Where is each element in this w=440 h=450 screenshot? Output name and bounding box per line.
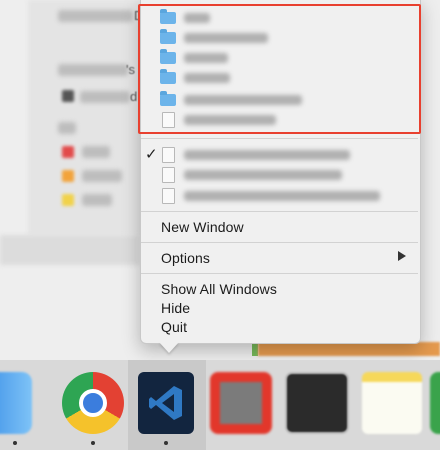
checkmark-icon: ✓ — [145, 146, 158, 163]
window-item-label — [184, 150, 350, 160]
document-icon — [162, 188, 175, 204]
background-text — [80, 91, 130, 103]
menu-separator — [141, 211, 418, 212]
hide-menu-item[interactable]: Hide — [161, 300, 190, 316]
submenu-arrow-icon — [398, 251, 406, 261]
window-item-label — [184, 170, 342, 180]
running-indicator — [164, 441, 168, 445]
document-icon — [162, 167, 175, 183]
running-indicator — [13, 441, 17, 445]
background-text — [82, 170, 122, 182]
menu-separator — [141, 138, 418, 139]
vscode-icon[interactable] — [138, 372, 194, 434]
recent-items-highlight — [138, 4, 421, 134]
background-icon — [62, 90, 74, 102]
show-all-windows-menu-item[interactable]: Show All Windows — [161, 281, 277, 297]
new-window-menu-item[interactable]: New Window — [161, 219, 244, 235]
background-letter: 's — [126, 62, 135, 77]
tag-yellow-icon — [62, 194, 74, 206]
finder-icon[interactable] — [0, 372, 32, 434]
tag-orange-icon — [62, 170, 74, 182]
running-indicator — [91, 441, 95, 445]
background-text — [82, 146, 110, 158]
window-item[interactable] — [160, 186, 400, 206]
window-item[interactable] — [160, 165, 400, 185]
menu-pointer — [159, 342, 179, 353]
background-strip — [258, 342, 440, 356]
document-icon — [162, 147, 175, 163]
window-item-label — [184, 191, 380, 201]
tag-red-icon — [62, 146, 74, 158]
menu-separator — [141, 242, 418, 243]
red-app-icon[interactable] — [210, 372, 272, 434]
quit-menu-item[interactable]: Quit — [161, 319, 187, 335]
background-text — [58, 64, 128, 76]
green-app-icon[interactable] — [430, 372, 440, 434]
terminal-icon[interactable] — [285, 372, 349, 434]
vscode-logo-icon — [149, 386, 182, 420]
notes-icon[interactable] — [362, 372, 422, 434]
background-text — [58, 10, 133, 22]
menu-separator — [141, 273, 418, 274]
background-text — [82, 194, 112, 206]
background-text — [58, 122, 76, 134]
background-shade — [0, 235, 140, 265]
background-letter: d — [130, 89, 138, 104]
window-item[interactable] — [160, 145, 400, 165]
chrome-icon[interactable] — [62, 372, 124, 434]
options-menu-item[interactable]: Options — [161, 250, 210, 266]
